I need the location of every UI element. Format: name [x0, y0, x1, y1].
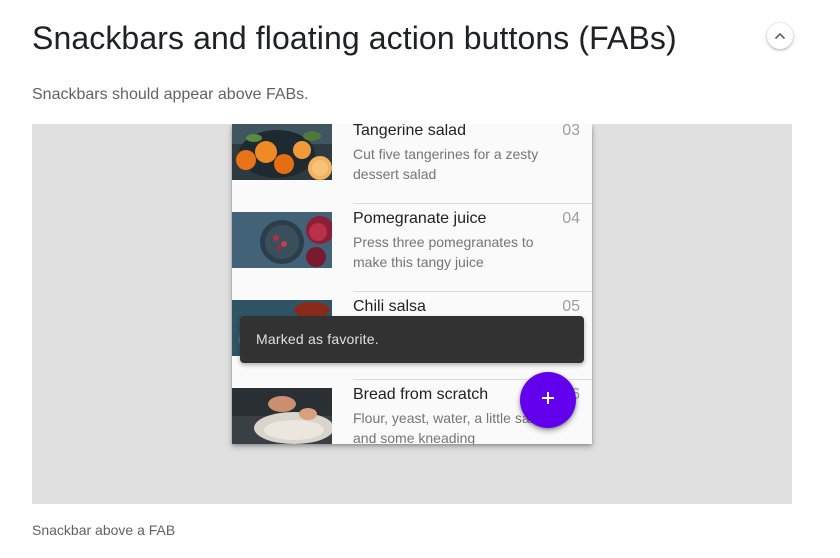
figure-caption: Snackbar above a FAB: [32, 522, 176, 538]
snackbar: Marked as favorite.: [240, 316, 584, 363]
list-item-number: 04: [562, 210, 580, 227]
list-item-title: Chili salsa: [353, 298, 426, 315]
snackbar-message: Marked as favorite.: [256, 331, 379, 347]
bread-image: [232, 388, 332, 444]
page-title: Snackbars and floating action buttons (F…: [32, 20, 677, 56]
chevron-up-icon: [774, 32, 786, 40]
list-item-description: Cut five tangerines for a zesty dessert …: [353, 146, 539, 182]
pomegranate-image: [232, 212, 332, 268]
collapse-button[interactable]: [767, 23, 793, 49]
list-item[interactable]: Pomegranate juice Press three pomegranat…: [232, 204, 592, 292]
list-item-description: Press three pomegranates to make this ta…: [353, 234, 534, 270]
tangerine-image: [232, 124, 332, 180]
phone-screen: Tangerine salad Cut five tangerines for …: [232, 124, 592, 444]
list-item-number: 05: [562, 298, 580, 315]
list-item[interactable]: Tangerine salad Cut five tangerines for …: [232, 124, 592, 204]
list-item-title: Pomegranate juice: [353, 210, 487, 227]
add-fab-button[interactable]: [520, 372, 576, 428]
section-description: Snackbars should appear above FABs.: [32, 86, 309, 103]
demo-figure: Tangerine salad Cut five tangerines for …: [32, 124, 792, 504]
plus-icon: [540, 390, 556, 411]
list-item-number: 03: [562, 124, 580, 139]
list-item-title: Bread from scratch: [353, 386, 489, 403]
list-item-title: Tangerine salad: [353, 124, 466, 139]
